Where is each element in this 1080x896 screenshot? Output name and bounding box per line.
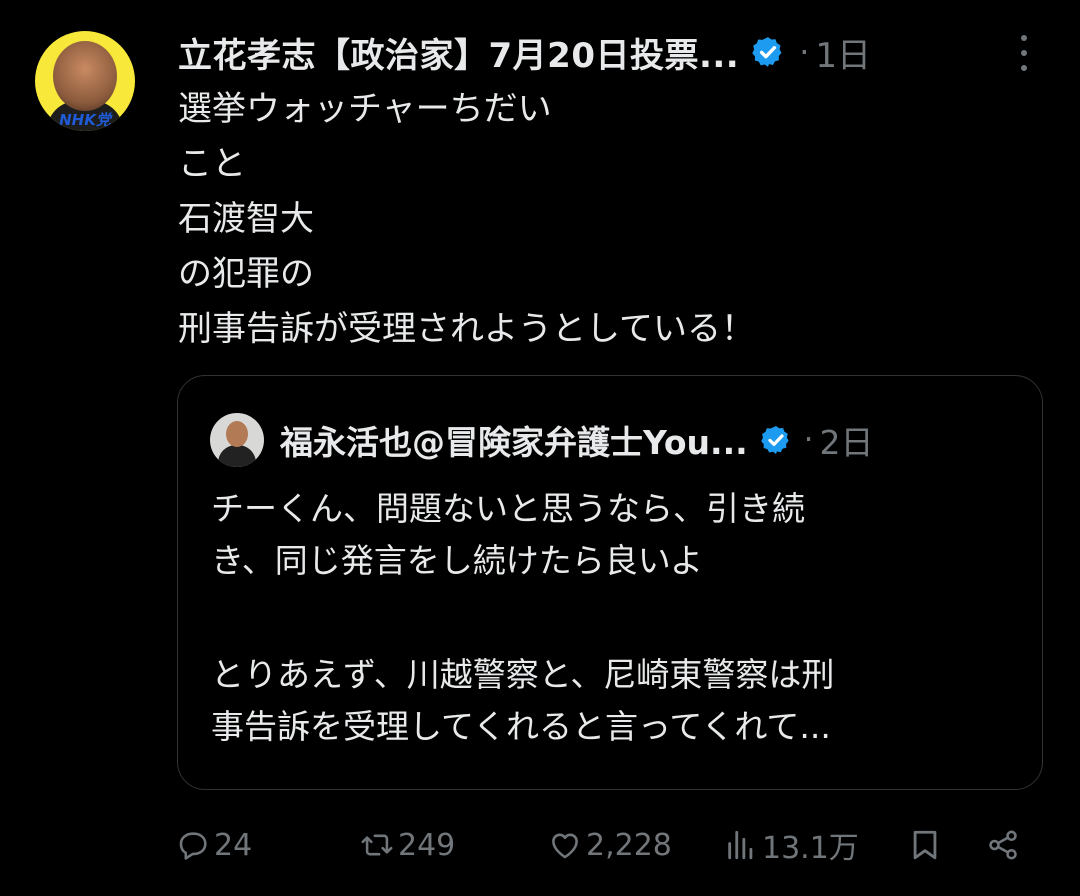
like-icon (552, 833, 578, 859)
repost-button[interactable]: 249 (360, 815, 455, 875)
reply-button[interactable]: 24 (176, 815, 252, 875)
share-icon (989, 830, 1017, 860)
quote-time: 2日 (819, 423, 874, 462)
post-text-line: 選挙ウォッチャーちだい (178, 89, 552, 129)
quote-text-line: とりあえず、川越警察と、尼崎東警察は刑 (211, 655, 835, 694)
repost-icon (361, 834, 393, 856)
post-text: 選挙ウォッチャーちだい こと 石渡智大 の犯罪の 刑事告訴が受理されようとしてい… (178, 82, 755, 357)
post-header: 立花孝志【政治家】7月20日投票... · 1日 (178, 22, 871, 82)
avatar-face (53, 41, 117, 111)
repost-count: 249 (398, 827, 456, 863)
bookmark-icon (913, 830, 937, 860)
quote-author-name: 福永活也@冒険家弁護士You... (280, 423, 748, 462)
more-icon[interactable] (1012, 35, 1036, 71)
quote-author-avatar (210, 413, 264, 467)
like-button[interactable]: 2,228 (548, 815, 672, 875)
share-button[interactable] (986, 815, 1020, 875)
avatar-badge: NHK党 (59, 111, 111, 129)
separator-dot: · (803, 422, 814, 458)
quote-avatar-face (226, 421, 248, 447)
quote-header: 福永活也@冒険家弁護士You... · 2日 (280, 412, 874, 468)
author-avatar[interactable]: NHK党 (35, 31, 135, 131)
more-dot (1021, 50, 1027, 56)
post-text-line: 石渡智大 (178, 199, 314, 239)
bookmark-button[interactable] (908, 815, 942, 875)
author-name[interactable]: 立花孝志【政治家】7月20日投票... (178, 28, 739, 77)
quote-text-line: 事告訴を受理してくれると言ってくれて... (211, 707, 831, 746)
post-text-line: こと (178, 144, 246, 184)
reply-icon (179, 832, 207, 860)
separator-dot: · (799, 33, 810, 71)
quote-text-line: き、同じ発言をし続けたら良いよ (211, 541, 704, 580)
like-count: 2,228 (586, 827, 672, 863)
reply-count: 24 (214, 827, 253, 863)
post-time[interactable]: 1日 (815, 28, 871, 77)
quote-text: チーくん、問題ないと思うなら、引き続 き、同じ発言をし続けたら良いよ とりあえず… (211, 483, 834, 753)
more-dot (1021, 35, 1027, 41)
verified-icon (752, 37, 782, 67)
views-count: 13.1万 (762, 831, 859, 866)
quoted-post[interactable]: 福永活也@冒険家弁護士You... · 2日 チーくん、問題ないと思うなら、引き… (177, 375, 1043, 790)
more-dot (1021, 65, 1027, 71)
post-text-line: の犯罪の (178, 254, 314, 294)
quote-text-line: チーくん、問題ないと思うなら、引き続 (211, 489, 805, 528)
quote-avatar-shirt (218, 445, 256, 467)
views-icon (728, 830, 753, 860)
action-bar: 24 249 2,228 13.1万 (0, 815, 1080, 875)
views-button[interactable]: 13.1万 (724, 815, 859, 875)
post-text-line: 刑事告訴が受理されようとしている！ (178, 309, 755, 349)
verified-icon (760, 426, 789, 454)
